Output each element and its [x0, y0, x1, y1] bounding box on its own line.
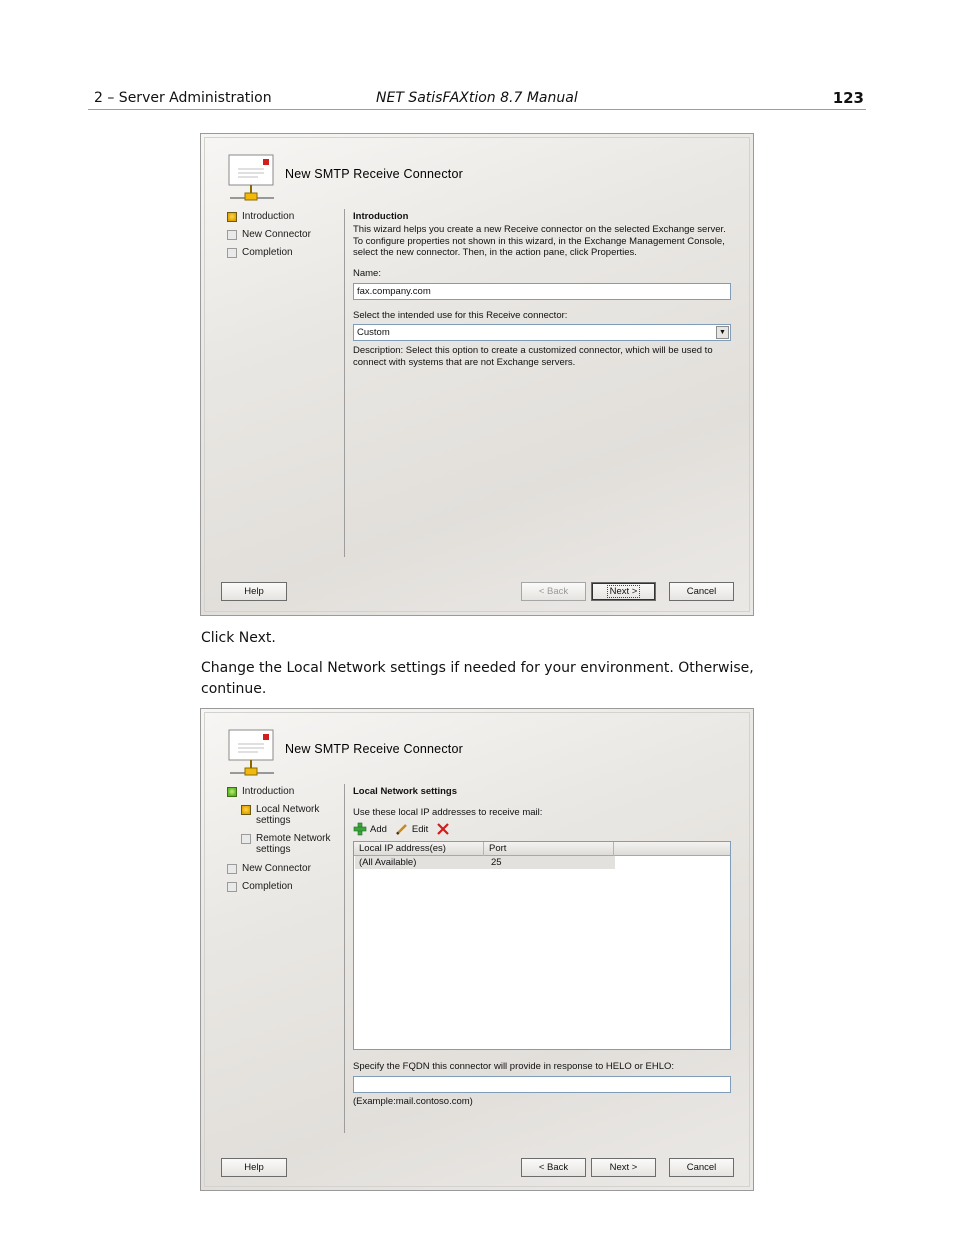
local-ip-list[interactable]: Local IP address(es) Port (All Available…: [353, 841, 731, 1050]
ip-toolbar: Add Edit: [353, 822, 461, 836]
step-introduction: Introduction: [227, 211, 294, 222]
delete-x-icon: [437, 823, 450, 835]
wizard-title: New SMTP Receive Connector: [285, 742, 463, 756]
pencil-icon: [396, 824, 407, 835]
step-label: Completion: [242, 247, 293, 258]
fqdn-label: Specify the FQDN this connector will pro…: [353, 1061, 675, 1072]
intro-line: To configure properties not shown in thi…: [353, 235, 725, 247]
ip-address-cell: (All Available): [359, 857, 417, 868]
intro-text: This wizard helps you create a new Recei…: [353, 224, 731, 259]
fqdn-example: (Example:mail.contoso.com): [353, 1096, 473, 1107]
next-button[interactable]: Next >: [591, 1158, 656, 1177]
connector-icon: [228, 729, 274, 776]
local-ip-label: Use these local IP addresses to receive …: [353, 807, 543, 818]
pending-step-icon: [227, 882, 237, 892]
description-line: connect with systems that are not Exchan…: [353, 356, 576, 368]
instruction-click-next: Click Next.: [201, 630, 276, 646]
back-button[interactable]: < Back: [521, 1158, 586, 1177]
add-button[interactable]: Add: [353, 822, 387, 836]
step-label: Local Network settings: [256, 804, 320, 826]
table-row[interactable]: (All Available) 25: [355, 856, 615, 869]
name-label: Name:: [353, 268, 381, 279]
edit-button[interactable]: Edit: [395, 822, 428, 836]
step-label: Introduction: [242, 786, 295, 797]
step-label: New Connector: [242, 229, 311, 240]
manual-title: NET SatisFAXtion 8.7 Manual: [376, 90, 578, 106]
help-button[interactable]: Help: [221, 1158, 287, 1177]
wizard-screenshot-local-network: New SMTP Receive Connector Introduction …: [200, 708, 754, 1191]
intended-use-select[interactable]: Custom ▼: [353, 324, 731, 341]
step-completion: Completion: [227, 881, 293, 892]
port-cell: 25: [491, 857, 502, 868]
step-introduction: Introduction: [227, 786, 294, 797]
fqdn-input[interactable]: [353, 1076, 731, 1093]
delete-button[interactable]: [436, 822, 453, 836]
step-local-network: Local Network settings: [241, 804, 333, 826]
list-header: Local IP address(es) Port: [354, 842, 730, 856]
active-step-icon: [227, 212, 237, 222]
column-header-port[interactable]: Port: [484, 842, 614, 856]
vertical-divider: [344, 784, 345, 1133]
name-input[interactable]: fax.company.com: [353, 283, 731, 300]
wizard-title: New SMTP Receive Connector: [285, 167, 463, 181]
pending-step-icon: [227, 248, 237, 258]
step-completion: Completion: [227, 247, 293, 258]
pending-step-icon: [227, 230, 237, 240]
page-number: 123: [832, 89, 864, 107]
vertical-divider: [344, 209, 345, 557]
description-line: Description: Select this option to creat…: [353, 345, 713, 356]
description-text: Description: Select this option to creat…: [353, 345, 731, 368]
page-header: 2 – Server Administration NET SatisFAXti…: [88, 88, 866, 110]
add-icon: [353, 822, 367, 836]
wizard-frame: [204, 137, 750, 612]
cancel-button[interactable]: Cancel: [669, 1158, 734, 1177]
step-new-connector: New Connector: [227, 863, 311, 874]
step-remote-network: Remote Network settings: [241, 833, 333, 855]
intro-line: This wizard helps you create a new Recei…: [353, 224, 726, 235]
connector-icon: [228, 154, 274, 201]
active-step-icon: [241, 805, 251, 815]
intended-use-value: Custom: [357, 327, 390, 338]
help-button[interactable]: Help: [221, 582, 287, 601]
dropdown-arrow-icon[interactable]: ▼: [716, 326, 729, 339]
intro-line: select the new connector. Then, in the a…: [353, 247, 637, 258]
step-label: Introduction: [242, 211, 295, 222]
edit-label: Edit: [411, 823, 429, 835]
column-header-address[interactable]: Local IP address(es): [354, 842, 484, 856]
step-label: Completion: [242, 881, 293, 892]
wizard-screenshot-introduction: New SMTP Receive Connector Introduction …: [200, 133, 754, 616]
chapter-title: 2 – Server Administration: [94, 90, 272, 106]
pending-step-icon: [241, 834, 251, 844]
add-label: Add: [370, 823, 387, 835]
pending-step-icon: [227, 864, 237, 874]
step-label: Remote Network settings: [256, 833, 331, 855]
section-heading: Local Network settings: [353, 786, 457, 797]
step-new-connector: New Connector: [227, 229, 311, 240]
completed-step-icon: [227, 787, 237, 797]
next-button[interactable]: Next >: [591, 582, 656, 601]
instruction-change-settings: Change the Local Network settings if nee…: [201, 660, 754, 697]
intended-use-label: Select the intended use for this Receive…: [353, 310, 568, 321]
cancel-button[interactable]: Cancel: [669, 582, 734, 601]
back-button[interactable]: < Back: [521, 582, 586, 601]
step-label: New Connector: [242, 863, 311, 874]
section-heading: Introduction: [353, 211, 409, 222]
